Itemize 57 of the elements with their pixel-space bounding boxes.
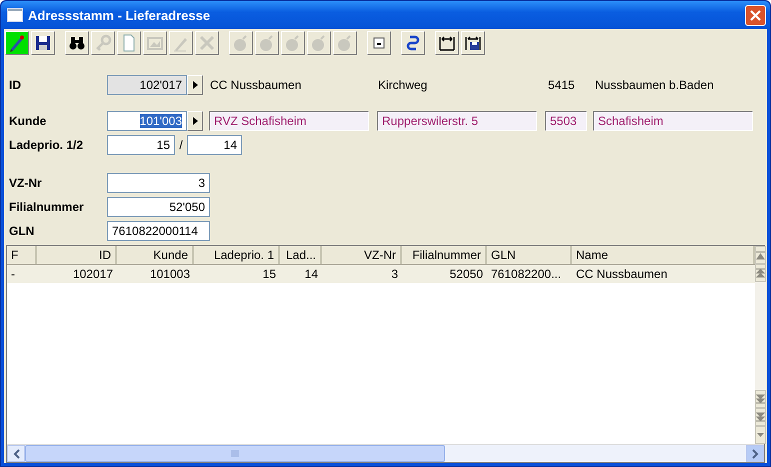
info-text: 5415: [548, 78, 576, 92]
scrollbar-thumb[interactable]: [25, 445, 445, 462]
arrow-button[interactable]: [187, 75, 203, 95]
input-field[interactable]: 14: [187, 135, 242, 155]
page-up-icon: [756, 268, 765, 278]
field-label: VZ-Nr: [9, 176, 43, 190]
table-row[interactable]: - 102017 101003 15 14 3 52050 761082200... CC Nussbaumen: [7, 265, 755, 283]
play-icon: [192, 117, 198, 125]
scroll-top-icon: [756, 250, 765, 260]
toolbar-button[interactable]: [461, 31, 485, 55]
window-icon: [7, 8, 23, 22]
separator-text: /: [178, 138, 184, 152]
play-icon: [192, 81, 198, 89]
toolbar-button[interactable]: [5, 31, 29, 55]
scroll-down-icon: [756, 432, 765, 438]
info-text: Kirchweg: [378, 78, 428, 92]
field-label: ID: [9, 78, 22, 92]
field-label: Ladeprio. 1/2: [9, 138, 84, 152]
input-field[interactable]: 7610822000114: [107, 221, 210, 241]
toolbar-button[interactable]: [401, 31, 425, 55]
scroll-right-icon: [752, 448, 758, 458]
table-cell-text: 52050: [448, 267, 484, 281]
input-field[interactable]: 15: [107, 135, 175, 155]
readonly-field: Schafisheim: [593, 111, 753, 131]
table-cell-text: 14: [304, 267, 319, 281]
info-text: CC Nussbaumen: [210, 78, 302, 92]
pencil-icon: [7, 33, 27, 53]
toolbar-button[interactable]: [31, 31, 55, 55]
window-title: Adressstamm - Lieferadresse: [28, 8, 212, 22]
table-cell-text: -: [10, 267, 16, 281]
field-label: Filialnummer: [9, 200, 85, 214]
table-cell-text: 102017: [72, 267, 114, 281]
horizontal-scrollbar[interactable]: [7, 444, 764, 462]
vertical-scrollbar[interactable]: [755, 246, 766, 444]
input-field[interactable]: 52'050: [107, 197, 210, 217]
table-cell-text: CC Nussbaumen: [575, 267, 668, 281]
readonly-field: 5503: [545, 111, 587, 131]
readonly-field: RVZ Schafisheim: [209, 111, 369, 131]
info-text: Nussbaumen b.Baden: [595, 78, 714, 92]
input-field[interactable]: 101'003: [107, 111, 187, 131]
grip-icon: [230, 450, 240, 457]
input-field[interactable]: 3: [107, 173, 210, 193]
toolbar-button[interactable]: [435, 31, 459, 55]
table-cell-text: 761082200...: [490, 267, 562, 281]
field-label: GLN: [9, 224, 36, 238]
arrow-button[interactable]: [187, 111, 203, 131]
cross-icon: [197, 33, 217, 53]
table-cell-text: 3: [390, 267, 399, 281]
field-label: Kunde: [9, 114, 48, 128]
readonly-field: Rupperswilerstr. 5: [377, 111, 537, 131]
toolbar-button[interactable]: [65, 31, 89, 55]
table-cell-text: 15: [262, 267, 277, 281]
scroll-left-icon: [12, 448, 20, 458]
toolbar-button[interactable]: [367, 31, 391, 55]
table-cell-text: 101003: [148, 267, 191, 281]
close-button[interactable]: [745, 4, 766, 26]
close-icon: [750, 10, 761, 20]
